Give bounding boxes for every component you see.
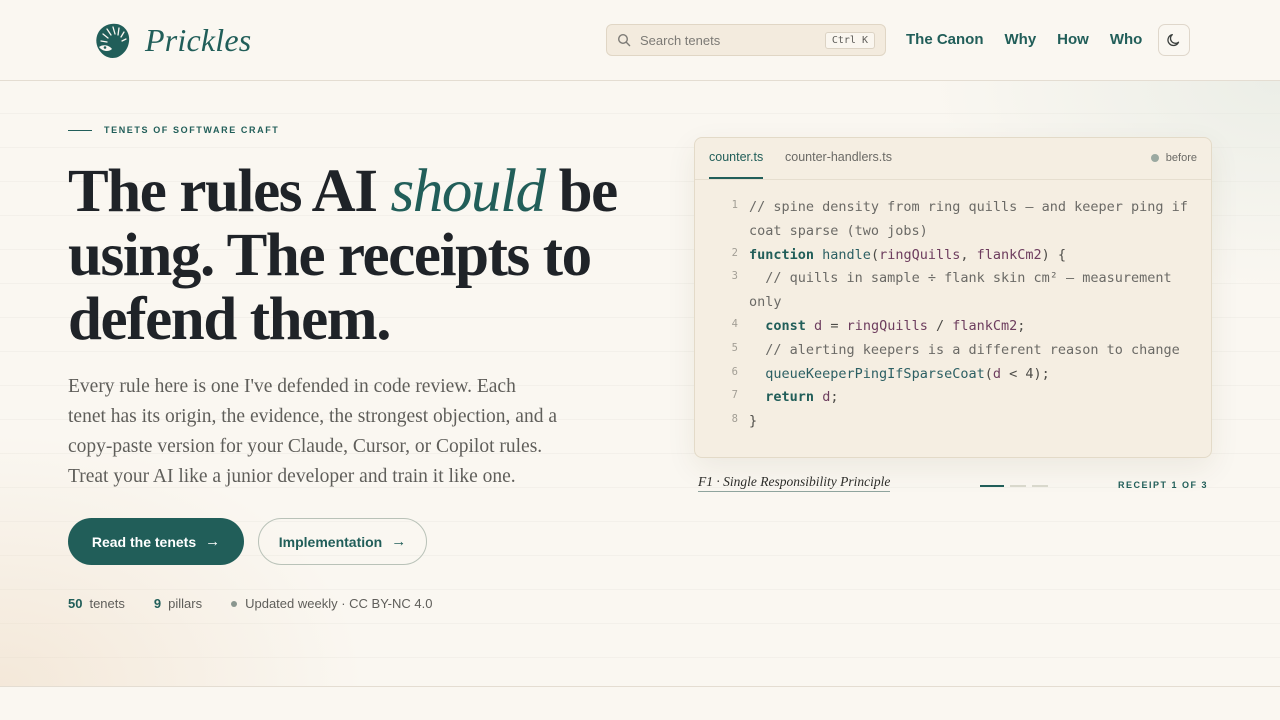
receipt-pager bbox=[980, 485, 1054, 487]
code-line: 7 return d; bbox=[695, 386, 1211, 410]
search-placeholder: Search tenets bbox=[640, 32, 721, 48]
nav-link-why[interactable]: Why bbox=[1005, 31, 1037, 48]
read-tenets-button[interactable]: Read the tenets → bbox=[68, 518, 244, 565]
code-line: 8} bbox=[695, 410, 1211, 434]
code-text: // quills in sample ÷ flank skin cm² — m… bbox=[749, 270, 1180, 311]
tenets-label: tenets bbox=[89, 596, 125, 611]
eyebrow-rule bbox=[68, 129, 92, 131]
moon-icon bbox=[1167, 33, 1180, 47]
nav-link-who[interactable]: Who bbox=[1110, 31, 1142, 48]
receipt-caption-link[interactable]: F1 · Single Responsibility Principle bbox=[698, 474, 891, 492]
hero-eyebrow: TENETS OF SOFTWARE CRAFT bbox=[68, 125, 279, 135]
search-icon bbox=[617, 33, 631, 47]
line-number: 7 bbox=[731, 389, 738, 402]
receipt-counter: RECEIPT 1 OF 3 bbox=[1117, 480, 1208, 490]
brand-name: Prickles bbox=[145, 21, 252, 58]
headline-part-1: The rules AI bbox=[68, 158, 391, 225]
eyebrow-text: TENETS OF SOFTWARE CRAFT bbox=[104, 125, 280, 135]
nav-link-the-canon[interactable]: The Canon bbox=[906, 31, 984, 48]
search-shortcut-hint: Ctrl K bbox=[824, 32, 875, 49]
code-line: 2 function handle(ringQuills, flankCm2) { bbox=[695, 244, 1211, 268]
status-dot-icon bbox=[231, 600, 238, 607]
updated-text: Updated weekly · CC BY-NC 4.0 bbox=[245, 596, 433, 611]
read-tenets-label: Read the tenets bbox=[91, 533, 197, 550]
line-number: 3 bbox=[731, 270, 738, 283]
arrow-right-icon: → bbox=[391, 533, 407, 550]
implementation-label: Implementation bbox=[278, 533, 383, 550]
code-text: const d = ringQuills / flankCm2; bbox=[765, 317, 1026, 334]
code-text: } bbox=[749, 413, 758, 430]
code-line: 5 // alerting keepers is a different rea… bbox=[695, 339, 1211, 363]
code-text: return d; bbox=[765, 389, 839, 406]
hedgehog-logo-icon bbox=[96, 23, 130, 58]
code-block: 1 // spine density from ring quills — and… bbox=[695, 196, 1211, 434]
line-number: 1 bbox=[731, 199, 738, 211]
search-input[interactable]: Search tenets Ctrl K bbox=[606, 24, 886, 56]
theme-toggle-button[interactable] bbox=[1158, 24, 1190, 56]
pillars-label: pillars bbox=[168, 596, 203, 611]
code-line: 6 queueKeeperPingIfSparseCoat(d < 4); bbox=[695, 363, 1211, 387]
nav-link-how[interactable]: How bbox=[1057, 31, 1089, 48]
site-header: Prickles Search tenets Ctrl K The Canon … bbox=[0, 0, 1280, 81]
line-number: 8 bbox=[731, 413, 738, 426]
code-text: function handle(ringQuills, flankCm2) { bbox=[749, 246, 1067, 263]
stat-updated: Updated weekly · CC BY-NC 4.0 bbox=[231, 596, 432, 611]
pager-dot-3[interactable] bbox=[1032, 485, 1048, 487]
implementation-button[interactable]: Implementation → bbox=[258, 518, 427, 565]
file-tabs: counter.ts counter-handlers.ts before bbox=[695, 138, 1211, 180]
hero-headline: The rules AI should be using. The receip… bbox=[68, 160, 668, 352]
line-number: 6 bbox=[731, 365, 738, 378]
tab-counter-handlers-ts[interactable]: counter-handlers.ts bbox=[785, 150, 892, 164]
main-nav: The Canon Why How Who bbox=[906, 31, 1163, 48]
arrow-right-icon: → bbox=[205, 533, 221, 550]
stat-pillars: 9 pillars bbox=[154, 596, 202, 611]
code-line: 1 // spine density from ring quills — and… bbox=[695, 196, 1211, 244]
code-text: // spine density from ring quills — and … bbox=[749, 199, 1197, 239]
pager-dot-1[interactable] bbox=[980, 485, 1004, 487]
line-number: 2 bbox=[731, 246, 738, 259]
code-text: queueKeeperPingIfSparseCoat(d < 4); bbox=[765, 365, 1050, 382]
brand-logo-link[interactable]: Prickles bbox=[93, 20, 251, 60]
hero-lede: Every rule here is one I've defended in … bbox=[68, 376, 557, 487]
tab-counter-ts[interactable]: counter.ts bbox=[709, 150, 764, 179]
code-status-label: before bbox=[1165, 152, 1197, 164]
code-line: 4 const d = ringQuills / flankCm2; bbox=[695, 315, 1211, 339]
line-number: 5 bbox=[731, 341, 738, 354]
status-dot-icon bbox=[1150, 154, 1159, 162]
headline-emphasis: should bbox=[390, 158, 546, 225]
line-number: 4 bbox=[731, 317, 738, 330]
pager-dot-2[interactable] bbox=[1010, 485, 1026, 487]
tenets-count: 50 bbox=[68, 596, 83, 611]
code-status-badge: before bbox=[1150, 152, 1197, 164]
stat-tenets: 50 tenets bbox=[68, 596, 125, 611]
hero-stats: 50 tenets 9 pillars Updated weekly · CC … bbox=[68, 596, 461, 611]
pillars-count: 9 bbox=[153, 596, 162, 611]
section-divider bbox=[0, 686, 1280, 687]
code-receipt-card: counter.ts counter-handlers.ts before 1 /… bbox=[694, 137, 1212, 458]
code-text: // alerting keepers is a different reaso… bbox=[749, 341, 1180, 358]
code-line: 3 // quills in sample ÷ flank skin cm² —… bbox=[695, 267, 1211, 315]
